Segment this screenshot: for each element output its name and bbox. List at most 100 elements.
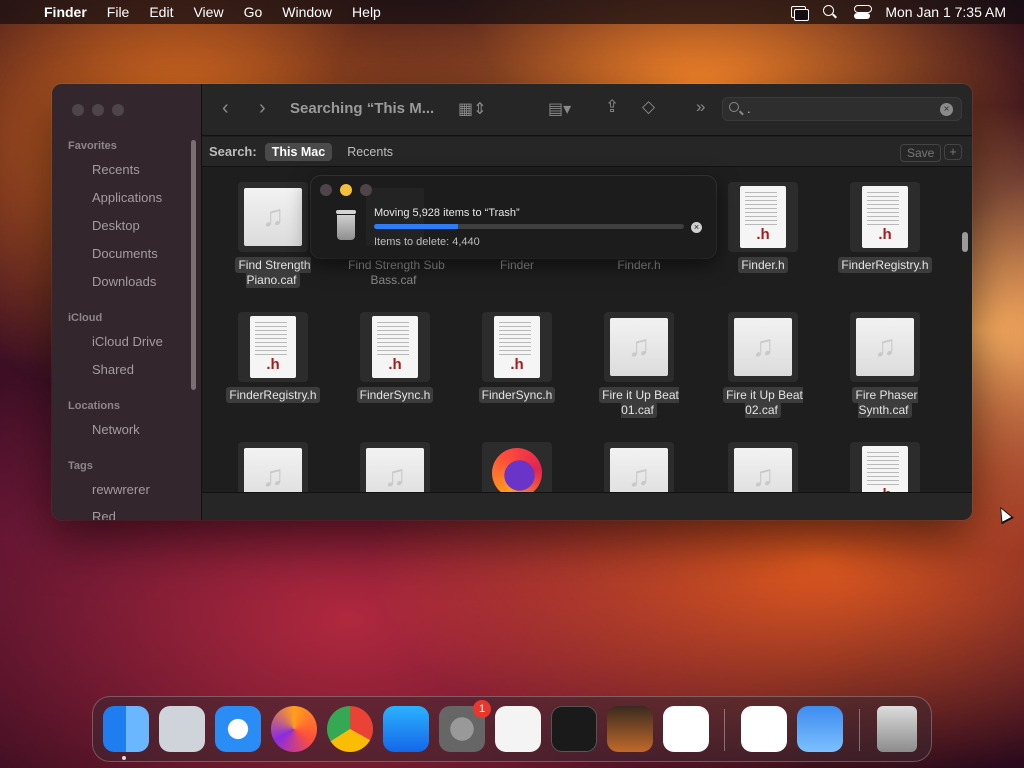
file-item[interactable]: .h FinderSync.h [340, 312, 450, 403]
tag-edit-icon[interactable]: ◇ [642, 97, 655, 117]
search-field[interactable]: . × [722, 97, 962, 121]
visual-studio-dock-icon[interactable] [741, 706, 787, 752]
sidebar-item-desktop[interactable]: Desktop [68, 218, 140, 233]
file-item[interactable]: .h FinderRegistry.h [830, 182, 940, 273]
menu-view[interactable]: View [183, 4, 233, 20]
spotlight-search-icon[interactable] [821, 5, 839, 19]
menubar-clock[interactable]: Mon Jan 1 7:35 AM [885, 4, 1006, 20]
sidebar-item-downloads[interactable]: Downloads [68, 274, 156, 289]
zoom-dialog-button[interactable] [360, 184, 372, 196]
sidebar-item-label: iCloud Drive [92, 334, 163, 349]
sidebar-item-tag-rewwrerer[interactable]: rewwrerer [68, 482, 150, 497]
close-dialog-button[interactable] [320, 184, 332, 196]
search-scope-bar: Search: This Mac Recents Save + [202, 137, 972, 167]
header-file-icon: .h [250, 316, 296, 378]
control-center-icon[interactable] [853, 5, 873, 19]
file-item[interactable]: ♫ [584, 442, 694, 492]
sidebar-item-shared[interactable]: Shared [68, 362, 134, 377]
audio-file-icon: ♫ [610, 318, 668, 376]
file-item[interactable]: .h [830, 442, 940, 492]
view-mode-icon[interactable]: ▦⇕ [458, 99, 487, 119]
progress-bar [374, 224, 684, 229]
system-settings-dock-icon[interactable]: 1 [439, 700, 491, 752]
file-name: Fire it Up Beat 02.caf [708, 387, 818, 418]
zoom-window-button[interactable] [112, 104, 124, 116]
sidebar-scrollbar[interactable] [191, 140, 196, 390]
sidebar-item-label: Red [92, 509, 116, 520]
menu-file[interactable]: File [97, 4, 140, 20]
clear-search-icon[interactable]: × [940, 103, 953, 116]
finder-dock-icon[interactable] [103, 706, 149, 752]
file-operation-progress-dialog: Moving 5,928 items to “Trash” Items to d… [311, 176, 716, 258]
icloud-drive-icon [68, 335, 84, 349]
file-item[interactable]: ♫ [708, 442, 818, 492]
back-button[interactable]: ‹ [222, 97, 229, 120]
sidebar-item-tag-red[interactable]: Red [68, 509, 116, 520]
header-file-icon: .h [740, 186, 786, 248]
scope-this-mac-button[interactable]: This Mac [264, 142, 333, 161]
screen-mirroring-icon[interactable] [789, 5, 810, 21]
weather-dock-icon[interactable] [797, 706, 843, 752]
forward-button[interactable]: › [259, 97, 266, 120]
mouse-cursor [994, 503, 1014, 525]
menu-window[interactable]: Window [272, 4, 342, 20]
sidebar-item-label: Applications [92, 190, 163, 205]
tag-icon [68, 483, 84, 497]
textedit-dock-icon[interactable] [495, 706, 541, 752]
menu-app-finder[interactable]: Finder [40, 4, 97, 20]
audio-file-icon: ♫ [366, 448, 424, 492]
share-icon[interactable]: ⇪ [605, 97, 619, 117]
safari-dock-icon[interactable] [215, 706, 261, 752]
app-store-dock-icon[interactable] [383, 706, 429, 752]
add-criteria-button[interactable]: + [944, 144, 962, 160]
dock-separator [859, 709, 860, 751]
file-item[interactable]: ♫ Fire Phaser Synth.caf [830, 312, 940, 418]
vscode-dock-icon[interactable] [663, 706, 709, 752]
launchpad-dock-icon[interactable] [159, 706, 205, 752]
file-thumbnail: ♫ [850, 312, 920, 382]
sidebar-item-network[interactable]: Network [68, 422, 140, 437]
file-item[interactable]: .h FinderRegistry.h [218, 312, 328, 403]
header-file-icon: .h [862, 186, 908, 248]
menu-bar: Finder File Edit View Go Window Help Mon… [0, 0, 1024, 24]
network-icon [68, 423, 84, 437]
overflow-chevron-icon[interactable]: » [696, 97, 705, 117]
sidebar-item-label: Network [92, 422, 140, 437]
search-query: . [747, 101, 751, 116]
minimize-dialog-button[interactable] [340, 184, 352, 196]
menu-help[interactable]: Help [342, 4, 391, 20]
file-item[interactable]: ♫ [340, 442, 450, 492]
minimize-window-button[interactable] [92, 104, 104, 116]
sidebar-item-documents[interactable]: Documents [68, 246, 158, 261]
finder-running-indicator [122, 756, 126, 760]
menu-edit[interactable]: Edit [139, 4, 183, 20]
file-item[interactable] [462, 442, 572, 492]
trash-dock-icon[interactable] [877, 706, 917, 752]
close-window-button[interactable] [72, 104, 84, 116]
menu-go[interactable]: Go [234, 4, 273, 20]
file-item[interactable]: ♫ Fire it Up Beat 02.caf [708, 312, 818, 418]
content-scrollbar[interactable] [962, 232, 968, 252]
file-thumbnail: ♫ [604, 442, 674, 492]
file-item[interactable]: ♫ Fire it Up Beat 01.caf [584, 312, 694, 418]
save-search-button[interactable]: Save [900, 144, 942, 162]
chrome-dock-icon[interactable] [327, 706, 373, 752]
file-name: Finder [499, 258, 534, 272]
garageband-dock-icon[interactable] [607, 706, 653, 752]
group-by-icon[interactable]: ▤▾ [548, 99, 571, 119]
cancel-operation-button[interactable]: × [691, 222, 702, 233]
sidebar-item-label: Recents [92, 162, 140, 177]
recents-icon [68, 163, 84, 177]
finder-sidebar: Favorites Recents Applications Desktop D… [52, 84, 202, 520]
terminal-dock-icon[interactable] [551, 706, 597, 752]
sidebar-item-recents[interactable]: Recents [68, 162, 140, 177]
audio-file-icon: ♫ [244, 188, 302, 246]
file-item[interactable]: .h FinderSync.h [462, 312, 572, 403]
file-item[interactable]: ♫ [218, 442, 328, 492]
sidebar-item-applications[interactable]: Applications [68, 190, 162, 205]
firefox-dock-icon[interactable] [271, 706, 317, 752]
file-item[interactable]: .h Finder.h [708, 182, 818, 273]
scope-recents-button[interactable]: Recents [340, 143, 400, 161]
sidebar-item-icloud-drive[interactable]: iCloud Drive [68, 334, 163, 349]
header-file-icon: .h [862, 446, 908, 492]
